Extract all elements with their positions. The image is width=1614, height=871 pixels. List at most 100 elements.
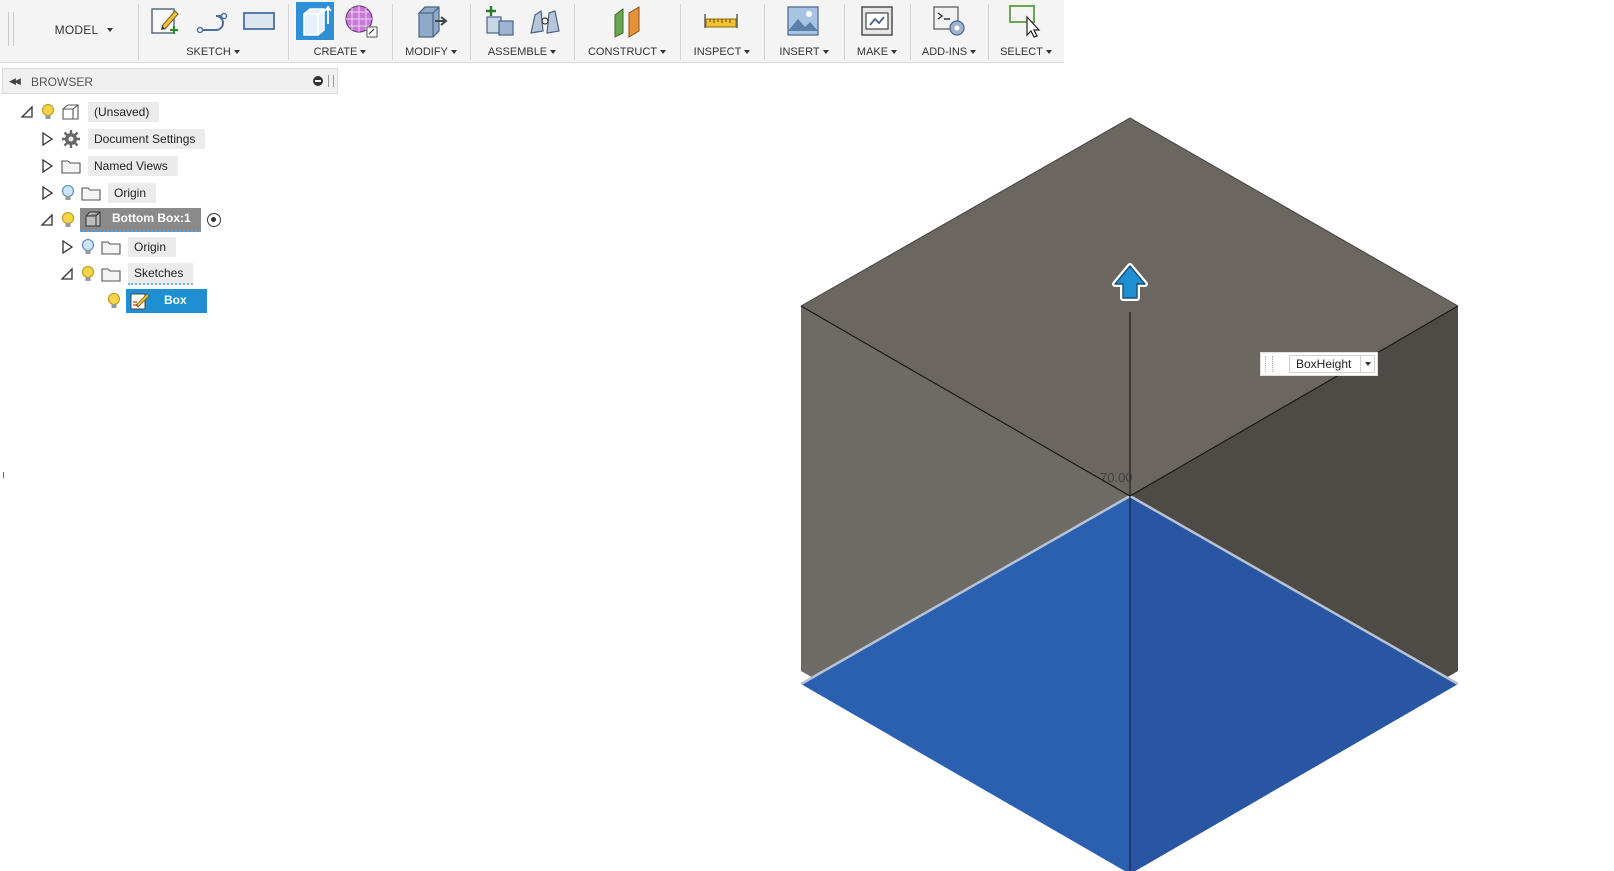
inspect-menu[interactable]: INSPECT xyxy=(680,46,764,58)
browser-pin-handle[interactable] xyxy=(328,75,334,87)
tree-label-named-views[interactable]: Named Views xyxy=(88,156,178,176)
tree-label-component-origin[interactable]: Origin xyxy=(128,237,177,257)
measure-ruler-icon xyxy=(704,14,738,28)
chevron-down-icon xyxy=(1364,362,1371,366)
tree-label-document-settings[interactable]: Document Settings xyxy=(88,129,206,149)
collapse-triangle-icon[interactable] xyxy=(60,267,74,281)
parameter-dropdown-button[interactable] xyxy=(1361,355,1375,373)
collapse-triangle-icon[interactable] xyxy=(20,105,34,119)
folder-icon xyxy=(60,157,82,175)
minimize-browser-icon[interactable] xyxy=(313,76,323,86)
chevron-down-icon xyxy=(107,28,114,32)
press-pull-tool[interactable] xyxy=(412,2,450,40)
tree-item-bottom-box: Bottom Box:1 xyxy=(40,208,221,232)
insert-menu[interactable]: INSERT xyxy=(764,46,844,58)
expand-triangle-icon[interactable] xyxy=(40,132,54,146)
chevron-down-icon xyxy=(744,50,751,55)
tree-label-box-sketch[interactable]: Box xyxy=(126,289,207,313)
new-component-tool[interactable] xyxy=(480,2,518,40)
assemble-menu[interactable]: ASSEMBLE xyxy=(470,46,574,58)
chevron-down-icon xyxy=(660,50,667,55)
form-tool[interactable] xyxy=(342,2,380,40)
lightbulb-off-icon[interactable] xyxy=(80,238,96,256)
construct-menu[interactable]: CONSTRUCT xyxy=(574,46,680,58)
tree-label-sketches[interactable]: Sketches xyxy=(128,263,194,285)
offset-plane-icon xyxy=(614,6,640,38)
extrude-tool[interactable] xyxy=(296,2,334,40)
3d-print-tool[interactable] xyxy=(858,2,896,40)
measure-tool[interactable] xyxy=(702,2,740,40)
scripts-addins-tool[interactable] xyxy=(930,2,968,40)
expand-triangle-icon[interactable] xyxy=(40,159,54,173)
addins-menu[interactable]: ADD-INS xyxy=(910,46,988,58)
folder-icon xyxy=(100,265,122,283)
tree-item-sketches: Sketches xyxy=(60,262,194,286)
new-component-icon xyxy=(486,6,514,36)
construct-group: CONSTRUCT xyxy=(574,0,680,62)
document-component-icon xyxy=(60,103,82,121)
panel-edge-marker xyxy=(0,472,4,478)
press-pull-icon xyxy=(418,6,448,38)
make-menu[interactable]: MAKE xyxy=(844,46,910,58)
lightbulb-on-icon[interactable] xyxy=(40,103,56,121)
input-drag-handle[interactable] xyxy=(1265,356,1273,372)
lightbulb-on-icon[interactable] xyxy=(106,292,122,310)
fusion-app-window: MODEL SKETCH CREATE MODIFY ASSEMBLE CONS… xyxy=(0,0,1614,871)
chevron-down-icon xyxy=(970,50,977,55)
tree-label-unsaved[interactable]: (Unsaved) xyxy=(88,102,160,122)
select-menu[interactable]: SELECT xyxy=(988,46,1064,58)
workspace-switcher-button[interactable]: MODEL xyxy=(34,16,134,44)
expand-triangle-icon[interactable] xyxy=(60,240,74,254)
select-group: SELECT xyxy=(988,0,1064,62)
rectangle-icon xyxy=(243,12,275,30)
toolbar-grip[interactable] xyxy=(8,12,14,46)
form-sphere-icon xyxy=(345,5,378,38)
make-group: MAKE xyxy=(844,0,910,62)
create-sketch-tool[interactable] xyxy=(146,2,184,40)
component-icon xyxy=(85,211,101,227)
lightbulb-on-icon[interactable] xyxy=(80,265,96,283)
sketch-group: SKETCH xyxy=(138,0,288,62)
sketch-icon xyxy=(130,293,150,310)
scripts-gear-icon xyxy=(933,6,965,36)
tree-item-origin: Origin xyxy=(40,181,157,205)
create-group: CREATE xyxy=(288,0,392,62)
insert-canvas-tool[interactable] xyxy=(784,2,822,40)
distance-parameter-input[interactable] xyxy=(1289,355,1361,373)
addins-group: ADD-INS xyxy=(910,0,988,62)
extrude-icon xyxy=(303,5,332,36)
tree-label-origin[interactable]: Origin xyxy=(108,183,157,203)
tree-item-component-origin: Origin xyxy=(60,235,177,259)
lightbulb-off-icon[interactable] xyxy=(60,184,76,202)
3d-viewport[interactable]: 70.00 xyxy=(340,62,1614,871)
offset-plane-tool[interactable] xyxy=(608,2,646,40)
collapse-browser-icon[interactable]: ◀◀ xyxy=(9,76,21,87)
modify-group: MODIFY xyxy=(392,0,470,62)
rectangle-tool[interactable] xyxy=(240,2,278,40)
expand-triangle-icon[interactable] xyxy=(40,186,54,200)
chevron-down-icon xyxy=(891,50,898,55)
folder-icon xyxy=(80,184,102,202)
3d-print-icon xyxy=(861,6,893,36)
chevron-down-icon xyxy=(360,50,367,55)
extrude-distance-input-box xyxy=(1260,352,1378,376)
collapse-triangle-icon[interactable] xyxy=(40,213,54,227)
model-canvas[interactable] xyxy=(340,62,1614,871)
gear-icon xyxy=(60,130,82,148)
window-select-tool[interactable] xyxy=(1006,2,1044,40)
create-menu[interactable]: CREATE xyxy=(288,46,392,58)
create-sketch-icon xyxy=(151,8,179,34)
lightbulb-on-icon[interactable] xyxy=(60,211,76,229)
assemble-group: ASSEMBLE xyxy=(470,0,574,62)
folder-icon xyxy=(100,238,122,256)
joint-icon xyxy=(530,9,560,34)
tree-label-bottom-box[interactable]: Bottom Box:1 xyxy=(80,208,201,232)
line-tool[interactable] xyxy=(194,2,232,40)
chevron-down-icon xyxy=(550,50,557,55)
select-cursor-icon xyxy=(1009,5,1041,38)
modify-menu[interactable]: MODIFY xyxy=(392,46,470,58)
activate-component-icon[interactable] xyxy=(206,213,221,227)
tree-item-named-views: Named Views xyxy=(40,154,178,178)
sketch-menu[interactable]: SKETCH xyxy=(138,46,288,58)
joint-tool[interactable] xyxy=(526,2,564,40)
